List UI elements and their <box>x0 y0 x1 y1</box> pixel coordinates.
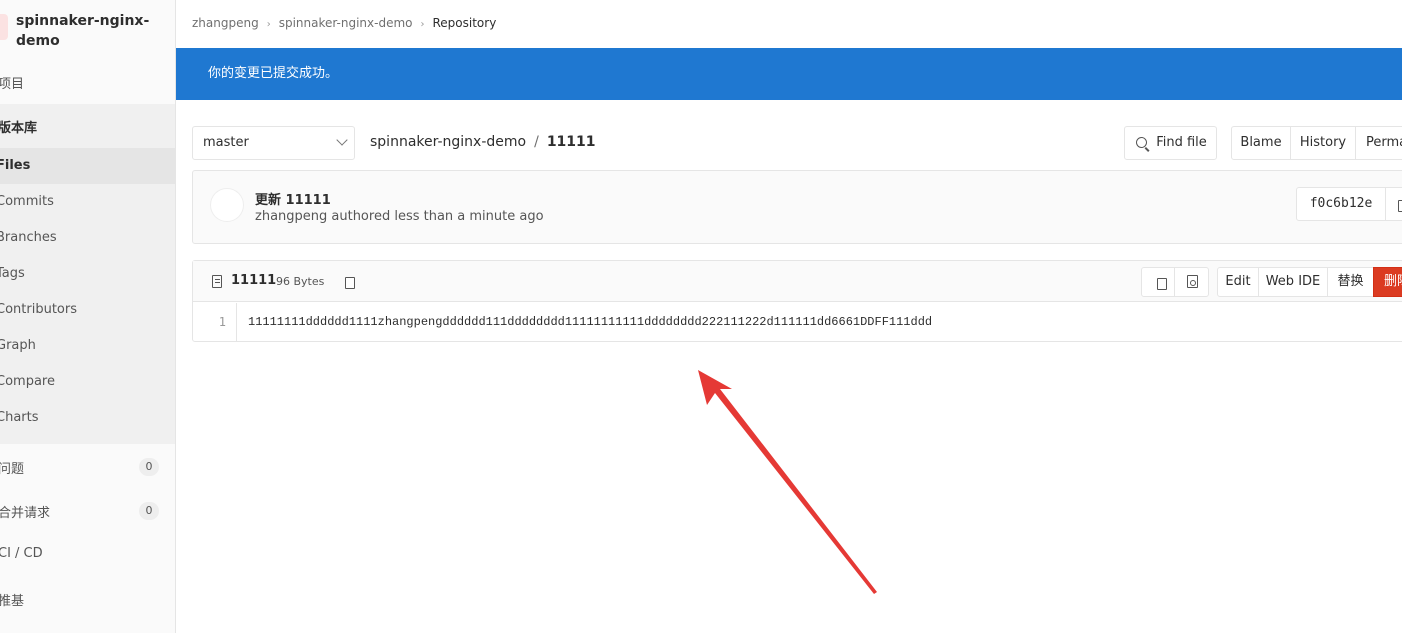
copy-icon <box>1395 197 1402 212</box>
sidebar-item-label: Files <box>0 158 31 173</box>
sidebar-item-label: 版本库 <box>0 121 38 136</box>
chevron-down-icon <box>336 134 348 146</box>
copy-icon <box>1154 275 1167 290</box>
sidebar-item-label: Tags <box>0 266 25 281</box>
file-text-icon <box>212 275 222 288</box>
sidebar-item-operations[interactable]: 推基 <box>0 590 175 609</box>
project-avatar <box>0 14 8 40</box>
issues-count-badge: 0 <box>139 458 159 476</box>
search-icon <box>1136 137 1147 148</box>
find-file-button[interactable]: Find file <box>1124 126 1217 160</box>
sidebar: spinnaker-nginx-demo 项目 版本库 Files Commit… <box>0 0 176 633</box>
find-file-label: Find file <box>1156 135 1207 150</box>
file-header: 11111 96 Bytes Edit Web IDE 替换 删除 <box>193 261 1402 302</box>
open-raw-button[interactable] <box>1174 267 1209 297</box>
author-avatar[interactable] <box>210 188 244 222</box>
breadcrumb-project[interactable]: spinnaker-nginx-demo <box>279 16 413 30</box>
web-ide-button[interactable]: Web IDE <box>1258 267 1328 297</box>
history-button[interactable]: History <box>1290 126 1356 160</box>
sidebar-item-label: 项目 <box>0 77 25 92</box>
commit-sha[interactable]: f0c6b12e <box>1296 187 1386 221</box>
permalink-button[interactable]: Perma <box>1355 126 1402 160</box>
commit-meta: zhangpeng authored less than a minute ag… <box>255 209 544 224</box>
file-path: spinnaker-nginx-demo / 11111 <box>370 134 596 150</box>
sidebar-item-label: 合并请求 <box>0 506 51 521</box>
sidebar-item-issues[interactable]: 问题 0 <box>0 458 175 477</box>
sidebar-item-repository[interactable]: 版本库 <box>0 117 175 136</box>
project-name[interactable]: spinnaker-nginx-demo <box>16 11 156 51</box>
project-header[interactable]: spinnaker-nginx-demo <box>0 0 175 62</box>
file-size: 96 Bytes <box>276 275 325 288</box>
sidebar-item-label: Graph <box>0 338 36 353</box>
copy-sha-button[interactable] <box>1385 187 1402 221</box>
sidebar-item-label: Commits <box>0 194 54 209</box>
file-code-icon <box>1187 275 1198 288</box>
last-commit-panel: 更新 11111 zhangpeng authored less than a … <box>192 170 1402 244</box>
file-viewer: 11111 96 Bytes Edit Web IDE 替换 删除 1 1111… <box>192 260 1402 342</box>
edit-button[interactable]: Edit <box>1217 267 1259 297</box>
sidebar-item-label: 问题 <box>0 462 25 477</box>
flash-notice: 你的变更已提交成功。 <box>176 48 1402 100</box>
sidebar-item-label: Contributors <box>0 302 77 317</box>
merge-requests-count-badge: 0 <box>139 502 159 520</box>
commit-title[interactable]: 更新 11111 <box>255 189 331 208</box>
sidebar-item-label: Charts <box>0 410 39 425</box>
sidebar-item-label: Branches <box>0 230 57 245</box>
sidebar-item-ci-cd[interactable]: CI / CD <box>0 546 175 564</box>
sidebar-item-label: Compare <box>0 374 55 389</box>
line-content: 11111111dddddd1111zhangpengdddddd111dddd… <box>248 315 933 329</box>
path-file[interactable]: 11111 <box>547 134 596 150</box>
breadcrumb: zhangpeng › spinnaker-nginx-demo › Repositor… <box>192 16 496 30</box>
sidebar-item-project[interactable]: 项目 <box>0 73 175 92</box>
breadcrumb-user[interactable]: zhangpeng <box>192 16 259 30</box>
file-name: 11111 <box>231 273 277 288</box>
sidebar-item-label: 推基 <box>0 594 25 609</box>
main-content: zhangpeng › spinnaker-nginx-demo › Repositor… <box>176 0 1402 633</box>
delete-button[interactable]: 删除 <box>1373 267 1402 297</box>
path-repo-link[interactable]: spinnaker-nginx-demo <box>370 134 526 150</box>
blame-button[interactable]: Blame <box>1231 126 1291 160</box>
chevron-right-icon: › <box>266 19 271 30</box>
line-number[interactable]: 1 <box>193 303 237 341</box>
sidebar-item-merge-requests[interactable]: 合并请求 0 <box>0 502 175 521</box>
branch-dropdown-value: master <box>203 135 249 150</box>
copy-path-icon[interactable] <box>342 274 355 289</box>
chevron-right-icon: › <box>420 19 425 30</box>
path-separator: / <box>534 134 539 150</box>
copy-content-button[interactable] <box>1141 267 1175 297</box>
code-line: 1 11111111dddddd1111zhangpengdddddd111dd… <box>193 303 1402 341</box>
breadcrumb-current[interactable]: Repository <box>433 16 497 30</box>
sidebar-item-label: CI / CD <box>0 546 43 561</box>
replace-button[interactable]: 替换 <box>1327 267 1374 297</box>
branch-dropdown[interactable]: master <box>192 126 355 160</box>
